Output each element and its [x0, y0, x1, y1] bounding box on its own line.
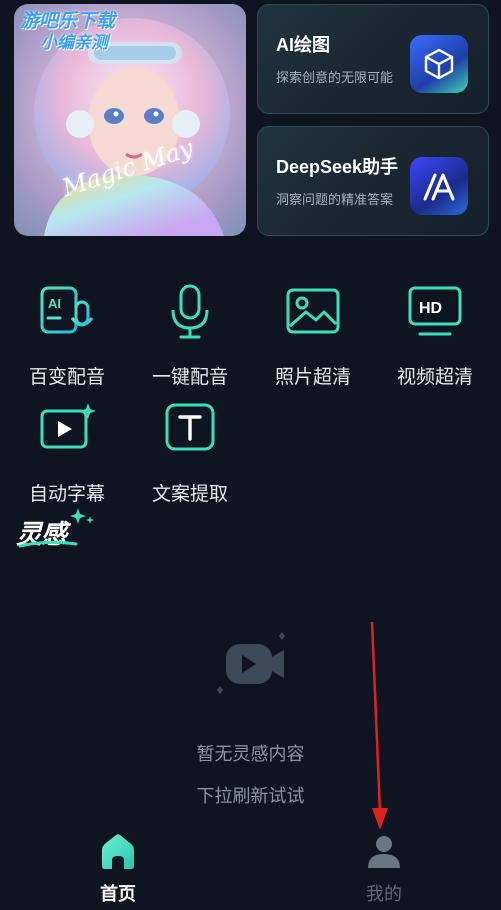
inspiration-title: 灵感	[16, 506, 96, 552]
nav-mine[interactable]: 我的	[334, 832, 434, 906]
nav-home[interactable]: 首页	[68, 832, 168, 906]
microphone-icon	[171, 284, 209, 339]
video-subtitle-icon	[40, 403, 96, 449]
watermark-line2: 小编亲测	[40, 32, 108, 53]
tool-one-click-dubbing[interactable]: 一键配音	[135, 284, 245, 394]
tool-photo-enhance[interactable]: 照片超清	[258, 284, 368, 394]
deepseek-assistant-card[interactable]: DeepSeek助手 洞察问题的精准答案	[257, 126, 489, 236]
svg-text:HD: HD	[419, 300, 442, 317]
hd-icon: HD	[408, 286, 462, 336]
sparkle-icon	[18, 508, 94, 548]
card-title: DeepSeek助手	[276, 157, 399, 177]
nav-mine-label: 我的	[366, 884, 402, 905]
card-title: AI绘图	[276, 35, 330, 55]
tool-label: 视频超清	[396, 366, 473, 388]
tool-label: 文案提取	[151, 483, 228, 505]
empty-state-message: 暂无灵感内容	[196, 744, 305, 765]
svg-text:AI: AI	[48, 296, 61, 311]
home-icon	[102, 834, 134, 869]
tool-text-extract[interactable]: 文案提取	[135, 401, 245, 511]
tool-label: 照片超清	[274, 366, 351, 388]
hero-banner[interactable]: 游吧乐下载 小编亲测 Magic May	[14, 4, 246, 236]
tool-label: 百变配音	[28, 366, 105, 388]
hero-watermark: 游吧乐下载 小编亲测	[20, 10, 170, 53]
text-extract-icon	[165, 403, 215, 451]
deepseek-a-icon	[410, 157, 468, 215]
tool-label: 一键配音	[151, 366, 228, 388]
image-icon	[286, 288, 340, 334]
watermark-line1: 游吧乐下载	[20, 10, 116, 32]
card-subtitle: 洞察问题的精准答案	[276, 193, 394, 208]
tool-voice-changer[interactable]: AI 百变配音	[12, 284, 122, 394]
tool-auto-subtitle[interactable]: 自动字幕	[12, 401, 122, 511]
app-screen: 游吧乐下载 小编亲测 Magic May AI绘图 探索创意的无限可能 Deep…	[0, 0, 501, 910]
tool-video-enhance[interactable]: HD 视频超清	[380, 284, 490, 394]
empty-state-hint: 下拉刷新试试	[196, 786, 305, 807]
ai-voice-icon: AI	[40, 286, 94, 334]
user-icon	[368, 836, 400, 868]
card-subtitle: 探索创意的无限可能	[276, 71, 394, 86]
nav-home-label: 首页	[100, 884, 136, 905]
cube-icon	[410, 35, 468, 93]
tool-label: 自动字幕	[28, 483, 105, 505]
ai-drawing-card[interactable]: AI绘图 探索创意的无限可能	[257, 4, 489, 114]
empty-video-icon	[217, 632, 285, 694]
